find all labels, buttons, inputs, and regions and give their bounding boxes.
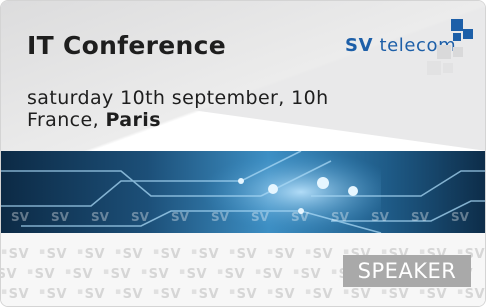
svg-text:SV: SV [51,210,70,224]
watermark-text: SV [191,287,229,302]
watermark-text: SV [381,287,419,302]
circuit-graphic: SV SV SV SV SV SV SV SV SV SV SV SV [1,151,485,233]
watermark-text: SV [1,287,39,302]
watermark-text: SV [457,287,485,302]
event-location: France, Paris [27,109,161,131]
watermark-text: SV [229,247,267,262]
watermark-text: SV [141,267,179,282]
watermark-text: SV [1,267,27,282]
svg-text:SV: SV [371,210,390,224]
svg-text:SV: SV [131,210,150,224]
role-label: SPEAKER [343,255,471,287]
watermark-text: SV [39,287,77,302]
event-date: saturday 10th september, 10h [27,87,329,109]
svg-text:SV: SV [11,210,30,224]
watermark-text: SV [27,267,65,282]
watermark-text: SV [293,267,331,282]
watermark-text: SV [103,267,141,282]
svg-text:SV: SV [91,210,110,224]
watermark-text: SV [115,247,153,262]
watermark-text: SV [255,267,293,282]
conference-badge: IT Conference saturday 10th september, 1… [0,0,486,307]
watermark-text: SV [77,247,115,262]
logo-short: SV [345,35,374,56]
watermark-text: SV [217,267,255,282]
watermark-text: SV [267,287,305,302]
svg-text:SV: SV [331,210,350,224]
watermark-text: SV [39,247,77,262]
svg-text:SV: SV [451,210,470,224]
watermark-text: SV [65,267,103,282]
watermark-text: SV [305,287,343,302]
watermark-text: SV [305,247,343,262]
event-city: Paris [105,109,161,131]
svg-text:SV: SV [171,210,190,224]
svg-text:SV: SV [211,210,230,224]
circuit-banner: SV SV SV SV SV SV SV SV SV SV SV SV [1,151,485,233]
svg-text:SV: SV [291,210,310,224]
watermark-text: SV [153,287,191,302]
watermark-text: SV [179,267,217,282]
watermark-text: SV [77,287,115,302]
watermark-text: SV [267,247,305,262]
watermark-text: SV [1,247,39,262]
watermark-text: SV [419,287,457,302]
watermark-text: SV [191,247,229,262]
watermark-text: SV [229,287,267,302]
event-country: France, [27,109,100,131]
watermark-text: SV [343,287,381,302]
event-title: IT Conference [27,31,226,60]
svg-text:SV: SV [411,210,430,224]
svg-text:SV: SV [251,210,270,224]
watermark-text: SV [153,247,191,262]
watermark-text: SV [115,287,153,302]
logo-squares-icon [427,17,481,87]
